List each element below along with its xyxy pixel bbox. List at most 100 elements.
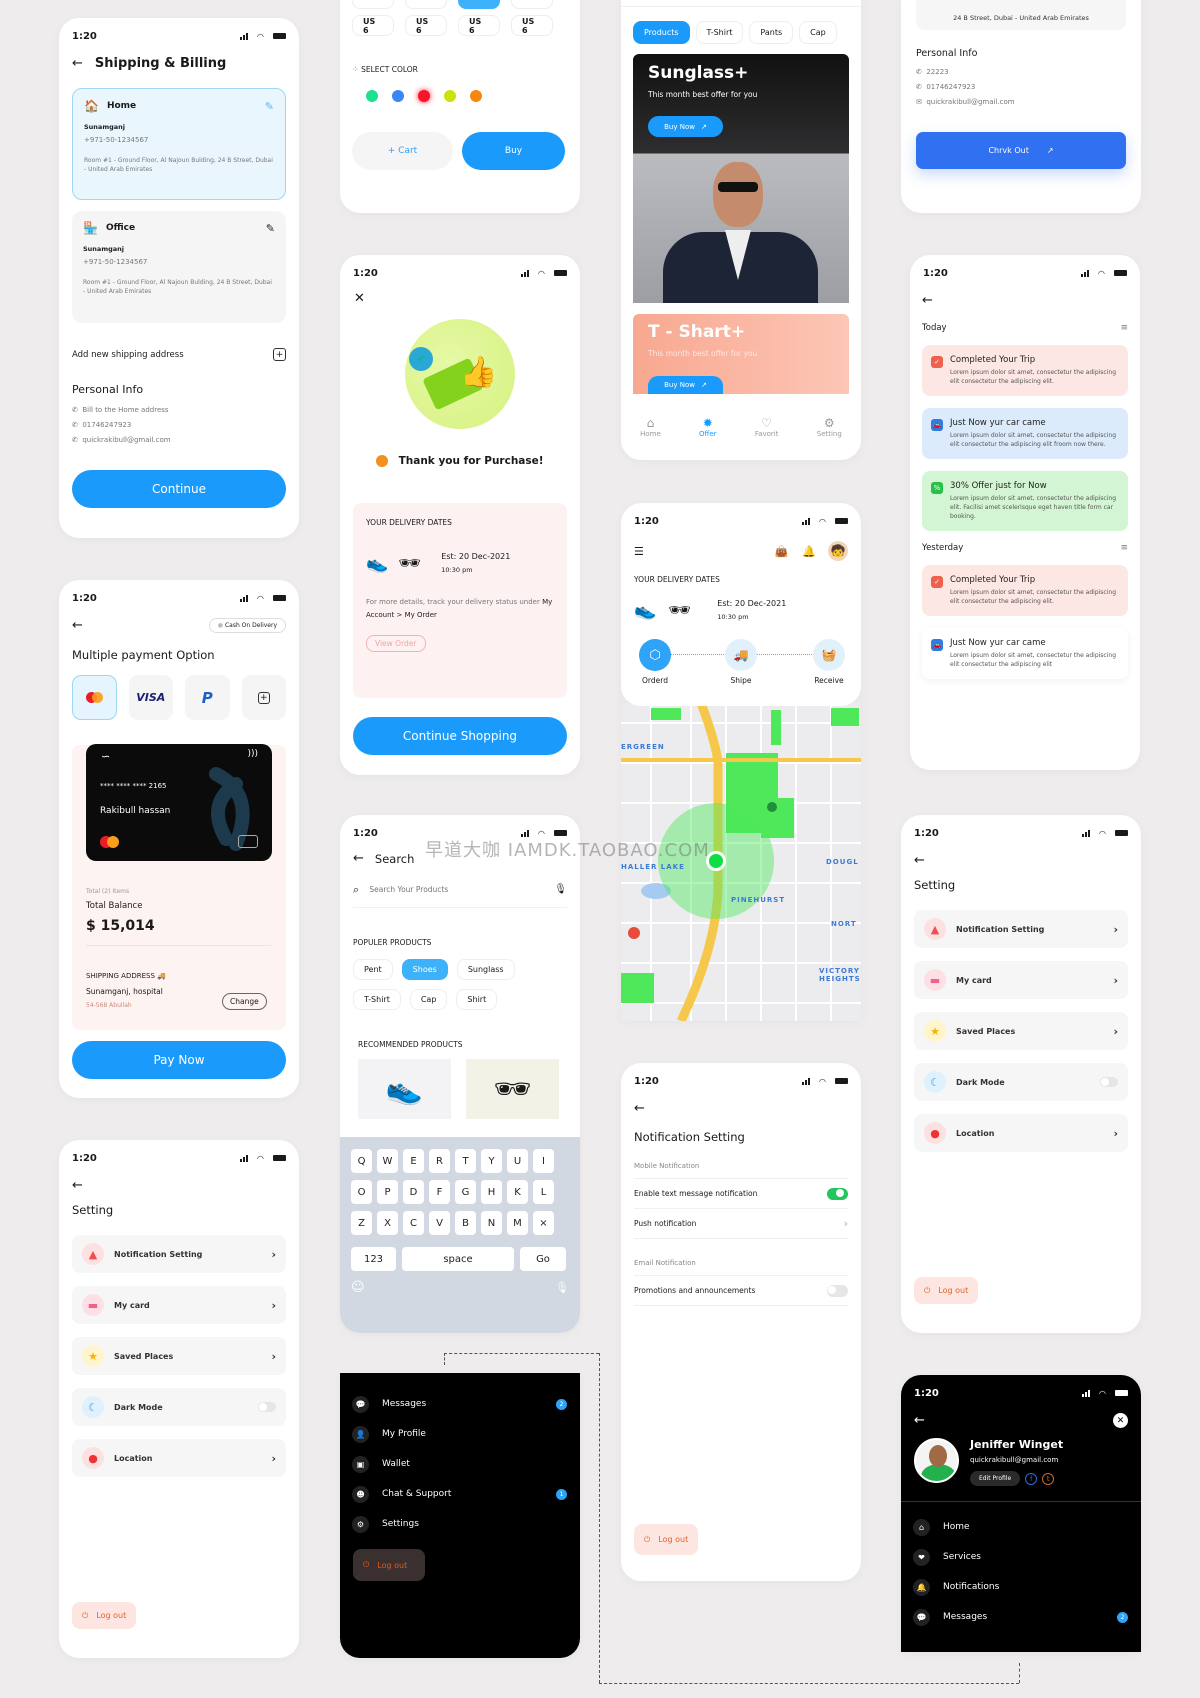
twitter-icon[interactable]: t (1042, 1472, 1055, 1485)
setting-saved-places[interactable]: ★ Saved Places › (72, 1337, 286, 1375)
keyboard-key[interactable]: Z (351, 1211, 372, 1235)
logout-button[interactable]: ⏻ Log out (72, 1602, 137, 1629)
keyboard-key[interactable]: × (533, 1211, 554, 1235)
promo-tshirt[interactable]: T - Shart+ This month best offer for you… (633, 314, 849, 394)
sort-icon[interactable]: ≡ (1120, 323, 1128, 333)
profile-avatar[interactable] (914, 1438, 959, 1483)
buy-now-button[interactable]: Buy Now ↗ (648, 116, 723, 137)
numbers-key[interactable]: 123 (351, 1247, 396, 1271)
color-swatch[interactable] (392, 90, 404, 102)
close-icon[interactable]: ✕ (354, 291, 580, 306)
keyboard-key[interactable]: Y (481, 1149, 502, 1173)
category-chip[interactable]: Sunglass (456, 959, 515, 980)
menu-item-messages[interactable]: 💬 Messages 2 (340, 1389, 580, 1419)
facebook-icon[interactable]: f (1025, 1472, 1038, 1485)
keyboard-key[interactable]: V (429, 1211, 450, 1235)
dark-mode-toggle[interactable] (1100, 1077, 1118, 1087)
tab-products[interactable]: Products (633, 21, 690, 44)
mic-icon[interactable]: 🎙 (555, 1281, 569, 1294)
keyboard-key[interactable]: I (533, 1149, 554, 1173)
nav-offer[interactable]: ✹ Offer (699, 416, 717, 438)
back-arrow-icon[interactable]: ← (901, 1413, 925, 1428)
nav-setting[interactable]: ⚙ Setting (817, 416, 842, 438)
address-card-office[interactable]: 🏪 Office ✎ Sunamganj +971-50-1234567 Room … (72, 211, 286, 323)
size-chip[interactable]: US 6 (511, 15, 553, 36)
menu-item-chat-support[interactable]: ☻ Chat & Support 1 (340, 1479, 580, 1509)
add-to-cart-button[interactable]: + Cart (352, 132, 453, 170)
color-swatch[interactable] (418, 90, 430, 102)
tab-t-shirt[interactable]: T-Shirt (695, 21, 744, 44)
checkout-button[interactable]: Chrvk Out ↗ (916, 132, 1126, 169)
promotions-toggle[interactable] (827, 1284, 848, 1297)
setting-notification[interactable]: ▲ Notification Setting › (72, 1235, 286, 1273)
promo-sunglass[interactable]: Sunglass+ This month best offer for you … (633, 54, 849, 303)
logout-button[interactable]: ⏻ Log out (353, 1549, 425, 1581)
space-key[interactable]: space (402, 1247, 514, 1271)
notification-card[interactable]: ✓ Completed Your Trip Lorem ipsum dolor si… (922, 565, 1128, 616)
category-chip[interactable]: T-Shirt (353, 989, 401, 1010)
edit-icon[interactable]: ✎ (265, 100, 274, 113)
setting-location[interactable]: ● Location › (914, 1114, 1128, 1152)
keyboard-key[interactable]: R (429, 1149, 450, 1173)
menu-item-home[interactable]: ⌂ Home (901, 1512, 1141, 1542)
credit-card[interactable]: ∽ ))) **** **** **** 2165 Rakibull hassa… (86, 744, 272, 861)
color-swatch[interactable] (366, 90, 378, 102)
address-card[interactable]: 24 B Street, Dubai - United Arab Emirate… (916, 0, 1126, 30)
keyboard-key[interactable]: H (481, 1180, 502, 1204)
add-square-icon[interactable]: + (273, 348, 286, 361)
keyboard-key[interactable]: Q (351, 1149, 372, 1173)
search-bar[interactable]: ⌕ 🎙 (353, 880, 567, 908)
color-swatch[interactable] (444, 90, 456, 102)
keyboard-key[interactable]: G (455, 1180, 476, 1204)
nav-favorite[interactable]: ♡ Favorit (755, 416, 779, 438)
setting-notification[interactable]: ▲ Notification Setting › (914, 910, 1128, 948)
search-input[interactable] (369, 885, 555, 894)
logout-button[interactable]: ⏻ Log out (634, 1524, 699, 1555)
keyboard-key[interactable]: D (403, 1180, 424, 1204)
size-chip[interactable]: US 6 (458, 15, 500, 36)
size-chip[interactable] (352, 0, 394, 9)
category-chip[interactable]: Cap (409, 989, 448, 1010)
bell-icon[interactable]: 🔔 (802, 545, 816, 558)
keyboard-key[interactable]: W (377, 1149, 398, 1173)
notification-card[interactable]: 🚗 Just Now yur car came Lorem ipsum dolor … (922, 628, 1128, 679)
category-chip[interactable]: Pent (353, 959, 393, 980)
close-icon[interactable]: ✕ (1113, 1413, 1128, 1428)
continue-shopping-button[interactable]: Continue Shopping (353, 717, 567, 755)
menu-item-my-profile[interactable]: 👤 My Profile (340, 1419, 580, 1449)
continue-button[interactable]: Continue (72, 470, 286, 508)
color-swatch[interactable] (470, 90, 482, 102)
setting-saved-places[interactable]: ★ Saved Places › (914, 1012, 1128, 1050)
keyboard-key[interactable]: X (377, 1211, 398, 1235)
avatar[interactable]: 🧒 (828, 541, 848, 561)
promotions-row[interactable]: Promotions and announcements (634, 1276, 848, 1306)
keyboard-key[interactable]: B (455, 1211, 476, 1235)
keyboard-key[interactable]: M (507, 1211, 528, 1235)
microphone-icon[interactable]: 🎙 (554, 884, 567, 895)
keyboard-key[interactable]: N (481, 1211, 502, 1235)
menu-icon[interactable]: ☰ (634, 545, 644, 558)
pay-now-button[interactable]: Pay Now (72, 1041, 286, 1079)
shopping-bag-icon[interactable]: 👜 (775, 545, 789, 558)
keyboard-key[interactable]: E (403, 1149, 424, 1173)
setting-my-card[interactable]: ▬ My card › (72, 1286, 286, 1324)
size-chip-selected[interactable] (458, 0, 500, 9)
product-thumb-sneaker[interactable]: 👟 (358, 1059, 451, 1119)
add-address-row[interactable]: Add new shipping address + (72, 348, 286, 361)
size-chip[interactable]: US 6 (405, 15, 447, 36)
add-payment-button[interactable]: + (241, 675, 287, 720)
keyboard-key[interactable]: U (507, 1149, 528, 1173)
back-arrow-icon[interactable]: ← (59, 1178, 299, 1193)
dark-mode-toggle[interactable] (258, 1402, 276, 1412)
buy-now-button[interactable]: Buy Now ↗ (648, 376, 723, 394)
push-notification-row[interactable]: Push notification › (634, 1209, 848, 1239)
keyboard-key[interactable]: T (455, 1149, 476, 1173)
edit-icon[interactable]: ✎ (266, 222, 275, 235)
enable-text-row[interactable]: Enable text message notification (634, 1179, 848, 1209)
keyboard-key[interactable]: P (377, 1180, 398, 1204)
notification-card[interactable]: 🚗 Just Now yur car came Lorem ipsum dolor … (922, 408, 1128, 459)
setting-my-card[interactable]: ▬ My card › (914, 961, 1128, 999)
product-thumb-sunglasses[interactable]: 🕶 (466, 1059, 559, 1119)
keyboard-key[interactable]: K (507, 1180, 528, 1204)
back-arrow-icon[interactable]: ← (59, 618, 83, 633)
